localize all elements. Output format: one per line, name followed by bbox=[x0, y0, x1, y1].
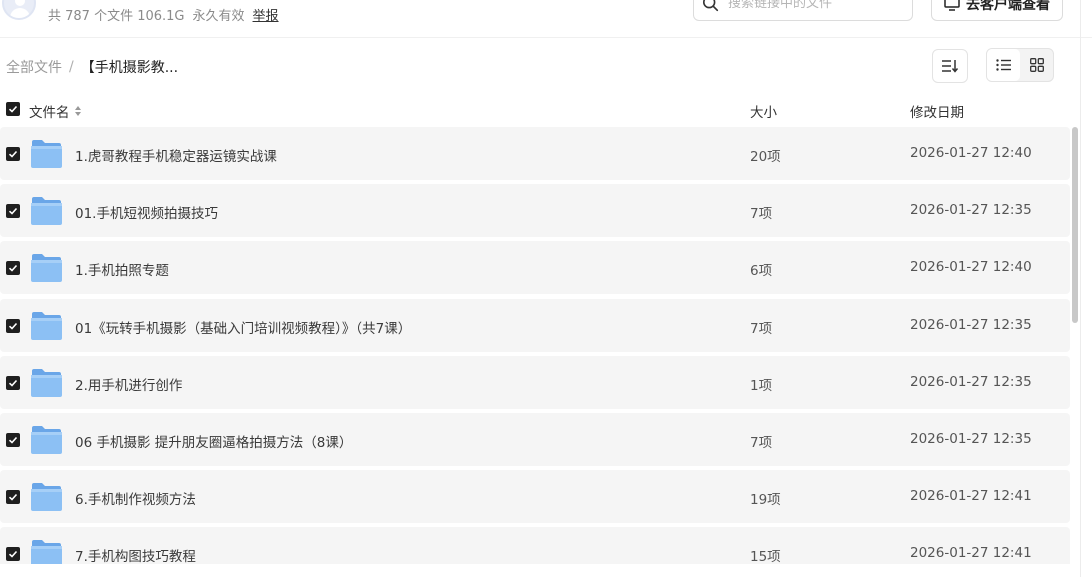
folder-icon bbox=[31, 140, 62, 168]
folder-icon bbox=[31, 197, 62, 225]
file-name[interactable]: 01.手机短视频拍摄技巧 bbox=[75, 202, 218, 222]
row-checkbox[interactable] bbox=[6, 147, 20, 161]
scrollbar-thumb[interactable] bbox=[1072, 127, 1078, 323]
sort-icon bbox=[942, 60, 959, 73]
file-list-header: 文件名 大小 修改日期 bbox=[0, 98, 1070, 122]
file-size: 1项 bbox=[750, 378, 773, 394]
file-row[interactable]: 01《玩转手机摄影（基础入门培训视频教程）》（共7课） 7项 2026-01-27 … bbox=[0, 299, 1070, 352]
search-icon bbox=[702, 0, 719, 11]
file-size: 7项 bbox=[750, 321, 773, 337]
file-row[interactable]: 06 手机摄影 提升朋友圈逼格拍摄方法（8课） 7项 2026-01-27 12:3… bbox=[0, 413, 1070, 466]
open-client-label: 去客户端查看 bbox=[966, 0, 1050, 13]
grid-view-button[interactable] bbox=[1020, 49, 1053, 81]
file-size: 19项 bbox=[750, 492, 781, 508]
sort-button[interactable] bbox=[932, 49, 968, 83]
file-date: 2026-01-27 12:35 bbox=[910, 431, 1032, 447]
file-date: 2026-01-27 12:35 bbox=[910, 202, 1032, 218]
share-header: 共 787 个文件 106.1G 永久有效 举报 去客户端查看 bbox=[0, 0, 1092, 38]
file-name[interactable]: 06 手机摄影 提升朋友圈逼格拍摄方法（8课） bbox=[75, 431, 352, 451]
list-view-button[interactable] bbox=[987, 49, 1020, 81]
folder-icon bbox=[31, 312, 62, 340]
file-row[interactable]: 1.虎哥教程手机稳定器运镜实战课 20项 2026-01-27 12:40 bbox=[0, 127, 1070, 180]
list-view-icon bbox=[995, 59, 1011, 71]
breadcrumb-current: 【手机摄影教... bbox=[80, 60, 179, 76]
file-date: 2026-01-27 12:35 bbox=[910, 374, 1032, 390]
avatar bbox=[2, 0, 36, 20]
row-checkbox[interactable] bbox=[6, 433, 20, 447]
check-icon bbox=[8, 150, 18, 158]
row-checkbox[interactable] bbox=[6, 376, 20, 390]
file-list: 1.虎哥教程手机稳定器运镜实战课 20项 2026-01-27 12:40 01.手机… bbox=[0, 127, 1070, 564]
file-row[interactable]: 7.手机构图技巧教程 15项 2026-01-27 12:41 bbox=[0, 527, 1070, 564]
file-name[interactable]: 6.手机制作视频方法 bbox=[75, 488, 196, 508]
file-row[interactable]: 1.手机拍照专题 6项 2026-01-27 12:40 bbox=[0, 241, 1070, 294]
file-size: 7项 bbox=[750, 206, 773, 222]
column-name-label: 文件名 bbox=[29, 105, 70, 121]
folder-icon bbox=[31, 426, 62, 454]
file-name[interactable]: 2.用手机进行创作 bbox=[75, 374, 182, 394]
check-icon bbox=[8, 379, 18, 387]
file-name[interactable]: 1.手机拍照专题 bbox=[75, 259, 169, 279]
share-meta: 共 787 个文件 106.1G 永久有效 举报 bbox=[48, 5, 279, 24]
row-checkbox[interactable] bbox=[6, 490, 20, 504]
search-box[interactable] bbox=[693, 0, 913, 21]
file-size: 7项 bbox=[750, 435, 773, 451]
file-date: 2026-01-27 12:40 bbox=[910, 259, 1032, 275]
folder-icon bbox=[31, 483, 62, 511]
file-name[interactable]: 1.虎哥教程手机稳定器运镜实战课 bbox=[75, 145, 277, 165]
check-icon bbox=[8, 322, 18, 330]
validity-label: 永久有效 bbox=[192, 9, 245, 24]
column-date-header: 修改日期 bbox=[910, 105, 964, 121]
column-size-header: 大小 bbox=[750, 105, 777, 121]
row-checkbox[interactable] bbox=[6, 319, 20, 333]
open-client-button[interactable]: 去客户端查看 bbox=[931, 0, 1063, 21]
file-name[interactable]: 7.手机构图技巧教程 bbox=[75, 545, 196, 564]
check-icon bbox=[8, 550, 18, 558]
divider bbox=[1080, 0, 1081, 577]
folder-icon bbox=[31, 254, 62, 282]
view-toggle bbox=[986, 48, 1054, 82]
row-checkbox[interactable] bbox=[6, 547, 20, 561]
check-icon bbox=[8, 493, 18, 501]
file-size: 20项 bbox=[750, 149, 781, 165]
share-stats: 共 787 个文件 106.1G bbox=[48, 9, 185, 24]
select-all-checkbox[interactable] bbox=[6, 102, 20, 116]
row-checkbox[interactable] bbox=[6, 261, 20, 275]
report-link[interactable]: 举报 bbox=[253, 5, 279, 24]
sort-arrows-icon bbox=[74, 106, 81, 116]
breadcrumb: 全部文件 / 【手机摄影教... bbox=[6, 57, 178, 77]
check-icon bbox=[8, 207, 18, 215]
check-icon bbox=[8, 264, 18, 272]
file-date: 2026-01-27 12:41 bbox=[910, 488, 1032, 504]
breadcrumb-separator: / bbox=[69, 59, 74, 75]
grid-view-icon bbox=[1029, 58, 1044, 72]
file-row[interactable]: 2.用手机进行创作 1项 2026-01-27 12:35 bbox=[0, 356, 1070, 409]
check-icon bbox=[8, 105, 18, 113]
file-row[interactable]: 01.手机短视频拍摄技巧 7项 2026-01-27 12:35 bbox=[0, 184, 1070, 237]
file-name[interactable]: 01《玩转手机摄影（基础入门培训视频教程）》（共7课） bbox=[75, 317, 411, 337]
file-date: 2026-01-27 12:40 bbox=[910, 145, 1032, 161]
search-input[interactable] bbox=[728, 0, 898, 11]
folder-icon bbox=[31, 540, 62, 564]
file-date: 2026-01-27 12:35 bbox=[910, 317, 1032, 333]
file-size: 6项 bbox=[750, 263, 773, 279]
folder-icon bbox=[31, 369, 62, 397]
column-name-header[interactable]: 文件名 bbox=[29, 101, 82, 121]
file-share-page: 共 787 个文件 106.1G 永久有效 举报 去客户端查看 全部文件 / 【… bbox=[0, 0, 1092, 577]
monitor-icon bbox=[944, 0, 960, 11]
file-row[interactable]: 6.手机制作视频方法 19项 2026-01-27 12:41 bbox=[0, 470, 1070, 523]
row-checkbox[interactable] bbox=[6, 204, 20, 218]
file-date: 2026-01-27 12:41 bbox=[910, 545, 1032, 561]
file-size: 15项 bbox=[750, 549, 781, 564]
check-icon bbox=[8, 436, 18, 444]
breadcrumb-root[interactable]: 全部文件 bbox=[6, 57, 62, 77]
